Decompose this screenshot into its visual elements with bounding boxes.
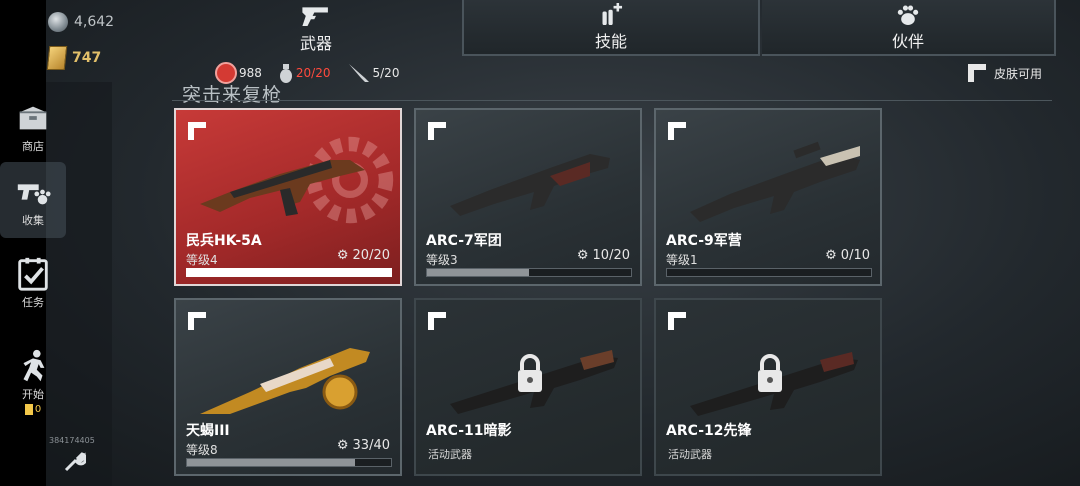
running-man-icon — [13, 346, 53, 386]
gears-icon: ⚙ — [336, 438, 349, 453]
weapon-name: ARC-7军团 — [426, 233, 502, 249]
weapon-status: 活动武器 — [668, 448, 712, 461]
bullets-plus-icon — [602, 2, 623, 26]
coin-icon — [48, 12, 68, 32]
tab-skills[interactable]: 技能 — [462, 0, 760, 56]
weapon-level: 等级1 — [666, 253, 698, 267]
melee-stat: 5/20 — [347, 62, 399, 84]
weapon-card-scorpion[interactable]: 天蝎III 等级8 ⚙ 33/40 — [174, 298, 402, 476]
grenade-stat: 20/20 — [278, 62, 331, 84]
weapon-card-arc11[interactable]: ARC-11暗影 活动武器 — [414, 298, 642, 476]
weapon-parts: ⚙ 10/20 — [576, 248, 630, 263]
weapon-name: ARC-12先锋 — [666, 423, 752, 439]
weapon-level: 等级4 — [186, 253, 218, 267]
progress-bar — [426, 268, 632, 277]
gold-bar-icon — [46, 46, 68, 70]
weapon-card-arc12[interactable]: ARC-12先锋 活动武器 — [654, 298, 882, 476]
sidebar-label-collection: 收集 — [22, 214, 44, 227]
gun-paw-icon — [13, 172, 53, 212]
skin-available-legend: 皮肤可用 — [966, 62, 1042, 84]
section-title: 突击来复枪 — [182, 84, 283, 106]
lock-icon — [758, 354, 782, 392]
weapon-card-hk5a[interactable]: 民兵HK-5A 等级4 ⚙ 20/20 — [174, 108, 402, 286]
weapon-name: ARC-11暗影 — [426, 423, 512, 439]
weapon-card-arc9[interactable]: ARC-9军营 等级1 ⚙ 0/10 — [654, 108, 882, 286]
gears-icon: ⚙ — [825, 248, 837, 263]
weapon-name: ARC-9军营 — [666, 233, 742, 249]
coins-value: 4,642 — [74, 14, 115, 30]
progress-fill — [187, 459, 356, 466]
wrench-icon[interactable] — [62, 450, 86, 474]
weapon-level: 等级3 — [426, 253, 458, 267]
weapon-parts: ⚙ 33/40 — [336, 438, 390, 453]
sidebar-label-shop: 商店 — [22, 140, 44, 153]
progress-bar — [186, 268, 392, 277]
tab-weapons-label: 武器 — [299, 34, 332, 53]
skin-tag-icon — [968, 64, 986, 82]
progress-bar — [186, 458, 392, 467]
rifle-image — [200, 348, 370, 414]
sidebar-item-missions[interactable]: 任务 — [0, 254, 66, 316]
rifle-image — [200, 160, 365, 216]
gears-icon: ⚙ — [576, 248, 589, 263]
energy-count: 0 — [24, 404, 41, 415]
revolver-icon — [302, 7, 328, 27]
paw-icon — [897, 5, 919, 26]
sidebar-item-collection[interactable]: 收集 — [0, 162, 66, 238]
progress-fill — [187, 269, 391, 276]
sidebar-label-missions: 任务 — [22, 296, 44, 309]
progress-bar — [666, 268, 872, 277]
weapon-status: 活动武器 — [428, 448, 472, 461]
sidebar-label-start: 开始 — [22, 388, 44, 401]
tab-partner-label: 伙伴 — [891, 32, 924, 51]
weapon-card-arc7[interactable]: ARC-7军团 等级3 ⚙ 10/20 — [414, 108, 642, 286]
coins-display: 4,642 — [48, 12, 114, 32]
energy-icon — [24, 404, 33, 415]
lock-icon — [518, 354, 542, 392]
section-divider — [172, 100, 1052, 101]
gold-display[interactable]: 747 — [46, 46, 102, 70]
crate-icon — [13, 98, 53, 138]
tab-partner[interactable]: 伙伴 — [762, 0, 1056, 56]
weapon-name: 民兵HK-5A — [186, 233, 262, 249]
rifle-image — [690, 141, 860, 222]
weapon-name: 天蝎III — [186, 423, 230, 439]
player-id: 384174405 — [49, 436, 95, 445]
tab-weapons[interactable]: 武器 — [172, 0, 460, 56]
sidebar-item-shop[interactable]: 商店 — [0, 98, 66, 158]
rifle-image — [450, 154, 610, 216]
knife-icon — [348, 64, 369, 82]
gold-value: 747 — [72, 50, 102, 66]
gears-icon: ⚙ — [336, 248, 349, 263]
weapon-parts: ⚙ 0/10 — [825, 248, 870, 263]
weapon-level: 等级8 — [186, 443, 218, 457]
sidebar-item-start[interactable]: 开始 0 — [0, 346, 66, 430]
tab-skills-label: 技能 — [594, 32, 627, 51]
weapon-parts: ⚙ 20/20 — [336, 248, 390, 263]
progress-fill — [427, 269, 529, 276]
checklist-icon — [13, 254, 53, 294]
